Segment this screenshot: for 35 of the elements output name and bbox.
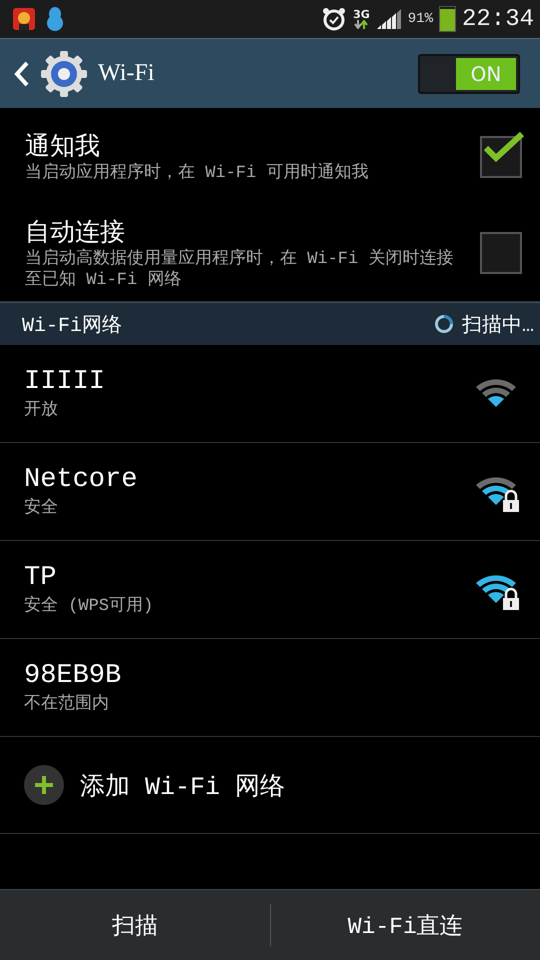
app-notification-icon xyxy=(12,7,36,31)
battery-icon xyxy=(438,6,456,32)
setting-title: 通知我 xyxy=(25,132,101,162)
cell-signal-icon xyxy=(376,8,402,30)
checkbox[interactable] xyxy=(480,232,522,274)
bottom-button[interactable]: 扫描 xyxy=(0,890,270,960)
bottom-button[interactable]: Wi-Fi直连 xyxy=(270,890,540,960)
gear-icon xyxy=(40,50,88,98)
scan-status: 扫描中… xyxy=(462,314,534,338)
network-name: IIIII xyxy=(24,367,106,397)
network-status: 安全 xyxy=(24,496,59,518)
network-name: Netcore xyxy=(24,465,138,495)
network-status: 不在范围内 xyxy=(24,693,110,714)
setting-summary: 当启动应用程序时，在 Wi-Fi 可用时通知我 xyxy=(25,164,370,184)
network-name: 98EB9B xyxy=(24,661,122,691)
network-name: TP xyxy=(24,563,58,593)
network-item[interactable]: IIIII 开放 xyxy=(0,345,540,443)
network-item[interactable]: TP 安全 (WPS可用) xyxy=(0,541,540,639)
network-status: 安全 (WPS可用) xyxy=(24,594,154,616)
network-status: 开放 xyxy=(24,400,59,420)
screen-title: Wi-Fi xyxy=(98,60,154,87)
plus-icon xyxy=(24,765,64,805)
spinner-icon xyxy=(434,314,454,334)
alarm-clock-icon xyxy=(321,6,348,32)
battery-percent: 91% xyxy=(408,11,433,27)
setting-summary: 当启动高数据使用量应用程序时，在 Wi-Fi 关闭时连接至已知 Wi-Fi 网络 xyxy=(25,250,454,291)
add-network-item[interactable]: 添加 Wi-Fi 网络 xyxy=(0,737,540,834)
clock: 22:34 xyxy=(462,6,534,32)
network-item[interactable]: 98EB9B 不在范围内 xyxy=(0,639,540,737)
network-item[interactable]: Netcore 安全 xyxy=(0,443,540,541)
network-type: 3G xyxy=(353,9,370,20)
setting-title: 自动连接 xyxy=(25,218,126,248)
section-title: Wi-Fi网络 xyxy=(22,314,122,338)
data-arrows-icon xyxy=(354,20,368,29)
back-icon[interactable] xyxy=(14,60,30,88)
